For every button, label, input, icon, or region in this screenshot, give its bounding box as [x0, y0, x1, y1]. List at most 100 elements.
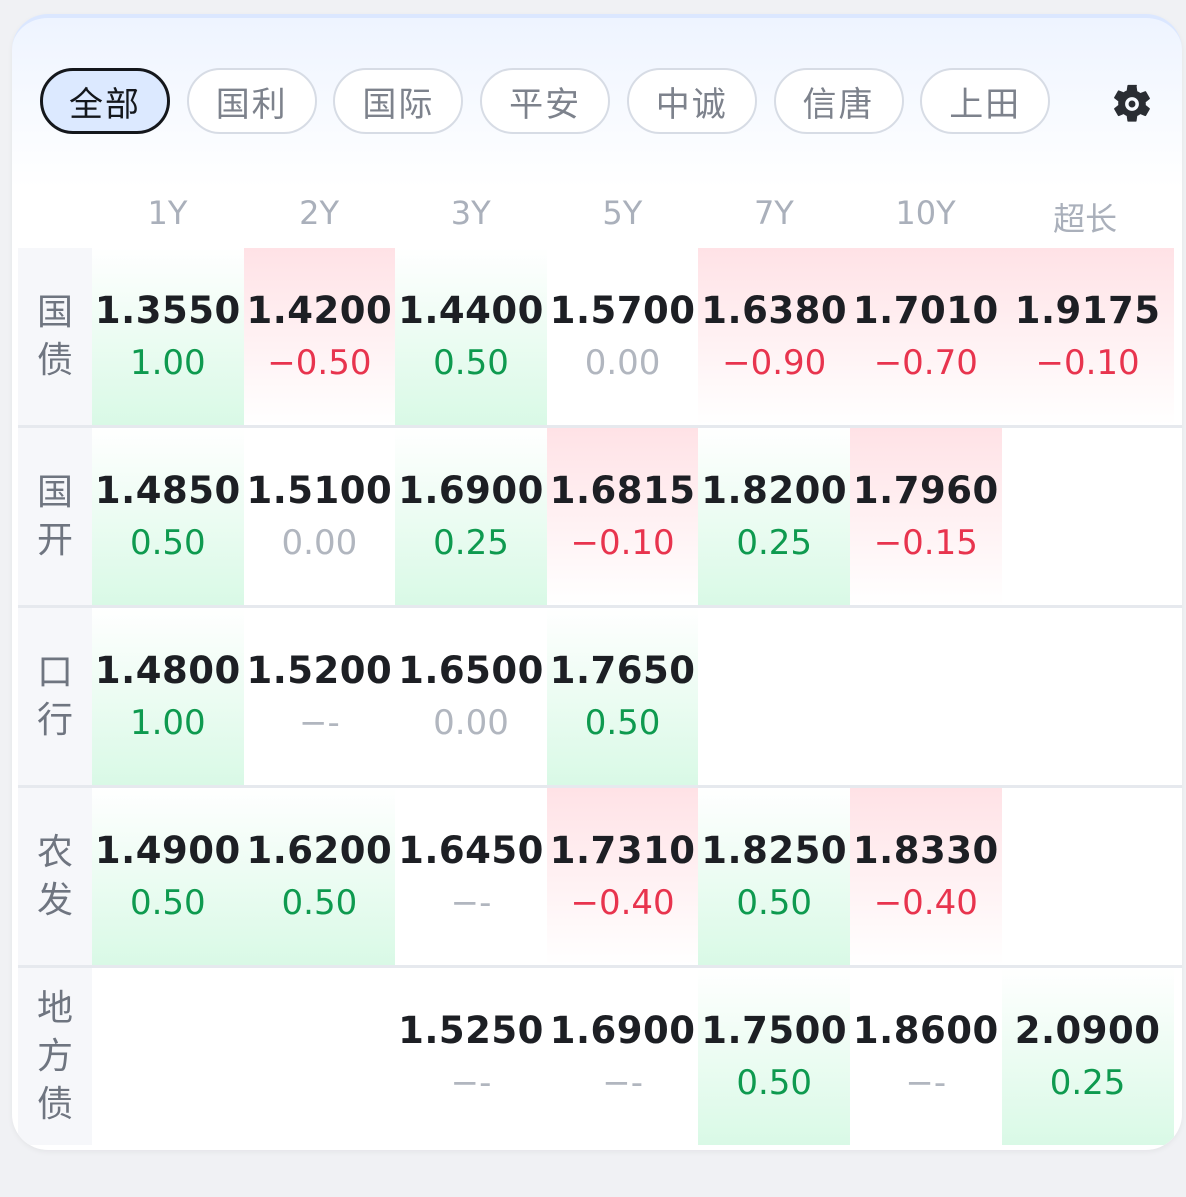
- yield-cell[interactable]: 1.4900 0.50: [92, 788, 244, 965]
- yield-value: 1.6500: [398, 648, 544, 692]
- yield-value: 1.5100: [246, 468, 393, 512]
- yield-card: 全部 国利 国际 平安 中诚 信唐 上田 1Y 2Y 3Y 5Y 7Y 10Y 超长国债 1.3550 1.…: [12, 14, 1182, 1150]
- change-value: 0.25: [1049, 1062, 1126, 1103]
- change-value: 0.50: [129, 522, 206, 563]
- row-label: 地方债: [18, 968, 92, 1145]
- yield-cell[interactable]: 1.8250 0.50: [698, 788, 850, 965]
- yield-cell[interactable]: 2.0900 0.25: [1001, 968, 1174, 1145]
- column-header: 2Y: [299, 194, 340, 232]
- change-value: −0.10: [570, 522, 675, 563]
- row-label: 国债: [18, 248, 92, 425]
- change-value: 0.50: [584, 702, 661, 743]
- change-value: −-: [450, 1062, 492, 1103]
- yield-value: 1.6450: [398, 828, 544, 872]
- yield-value: 1.8600: [852, 1008, 999, 1052]
- row-label: 农发: [18, 788, 92, 965]
- yield-cell[interactable]: 1.7310 −0.40: [546, 788, 699, 965]
- yield-value: 1.6200: [246, 828, 393, 872]
- tab-6[interactable]: 上田: [920, 68, 1051, 134]
- column-header: 超长: [1053, 200, 1118, 238]
- change-value: −0.40: [570, 882, 675, 923]
- yield-value: 1.4800: [94, 648, 241, 692]
- yield-value: 1.6900: [398, 468, 544, 512]
- yield-value: 1.5700: [549, 288, 696, 332]
- tab-3[interactable]: 平安: [480, 68, 611, 134]
- change-value: −0.90: [722, 342, 827, 383]
- row-label: 国开: [18, 428, 92, 605]
- yield-cell[interactable]: 1.5700 0.00: [547, 248, 699, 425]
- yield-value: 1.7960: [852, 468, 999, 512]
- yield-value: 1.8250: [701, 828, 848, 872]
- column-header: 10Y: [895, 194, 956, 232]
- yield-cell[interactable]: 1.6900 0.25: [395, 428, 547, 605]
- tab-2[interactable]: 国际: [333, 68, 464, 134]
- change-value: 0.00: [281, 522, 358, 563]
- yield-cell[interactable]: 1.6380 −0.90: [698, 248, 850, 425]
- change-value: 0.00: [584, 342, 661, 383]
- yield-cell[interactable]: 1.6500 0.00: [395, 608, 547, 785]
- gear-icon: [1114, 84, 1150, 122]
- yield-cell[interactable]: 1.4400 0.50: [395, 248, 547, 425]
- change-value: −-: [450, 882, 492, 923]
- change-value: 0.25: [433, 522, 509, 563]
- yield-value: 1.7310: [549, 828, 696, 872]
- change-value: 0.50: [433, 342, 509, 383]
- yield-cell[interactable]: 1.6900 −-: [547, 968, 699, 1145]
- change-value: 0.50: [281, 882, 358, 923]
- yield-cell[interactable]: 1.6815 −0.10: [546, 428, 699, 605]
- yield-value: 1.7500: [701, 1008, 848, 1052]
- change-value: −0.50: [267, 342, 372, 383]
- change-value: −0.40: [873, 882, 978, 923]
- yield-cell[interactable]: 1.8330 −0.40: [850, 788, 1002, 965]
- change-value: −0.15: [873, 522, 978, 563]
- tab-0[interactable]: 全部: [40, 68, 170, 134]
- yield-cell[interactable]: 1.8200 0.25: [698, 428, 850, 605]
- yield-cell[interactable]: 1.7500 0.50: [698, 968, 850, 1145]
- yield-value: 1.7010: [852, 288, 999, 332]
- yield-cell[interactable]: 1.4800 1.00: [92, 608, 244, 785]
- yield-cell[interactable]: 1.9175 −0.10: [1001, 248, 1174, 425]
- column-header: 3Y: [450, 194, 491, 232]
- yield-cell[interactable]: 1.6450 −-: [395, 788, 547, 965]
- column-header: 5Y: [602, 194, 643, 232]
- change-value: −0.10: [1035, 342, 1140, 383]
- yield-cell[interactable]: 1.4850 0.50: [92, 428, 244, 605]
- yield-value: 1.6815: [549, 468, 696, 512]
- yield-value: 1.4900: [94, 828, 241, 872]
- change-value: −-: [602, 1062, 643, 1103]
- yield-cell[interactable]: 1.8600 −-: [850, 968, 1002, 1145]
- yield-cell[interactable]: 1.3550 1.00: [92, 248, 244, 425]
- yield-value: 1.3550: [94, 288, 241, 332]
- column-header: 7Y: [753, 194, 794, 232]
- yield-value: 2.0900: [1014, 1008, 1161, 1052]
- change-value: −-: [905, 1062, 947, 1103]
- yield-cell[interactable]: 1.6200 0.50: [243, 788, 396, 965]
- change-value: 0.25: [736, 522, 813, 563]
- yield-cell[interactable]: 1.4200 −0.50: [243, 248, 396, 425]
- yield-value: 1.7650: [549, 648, 696, 692]
- yield-cell[interactable]: 1.7960 −0.15: [850, 428, 1002, 605]
- yield-value: 1.6900: [549, 1008, 696, 1052]
- tab-4[interactable]: 中诚: [626, 68, 757, 134]
- yield-value: 1.5200: [246, 648, 393, 692]
- yield-value: 1.4400: [398, 288, 544, 332]
- column-header: 1Y: [147, 194, 188, 232]
- yield-value: 1.4850: [94, 468, 241, 512]
- yield-value: 1.5250: [398, 1008, 544, 1052]
- change-value: 0.50: [736, 1062, 813, 1103]
- yield-cell[interactable]: 1.7010 −0.70: [850, 248, 1002, 425]
- issuer-tabs: 全部 国利 国际 平安 中诚 信唐 上田: [40, 68, 1070, 138]
- yield-value: 1.6380: [701, 288, 848, 332]
- yield-value: 1.8200: [701, 468, 848, 512]
- tab-1[interactable]: 国利: [186, 68, 317, 134]
- change-value: −-: [299, 702, 340, 743]
- change-value: 1.00: [129, 702, 206, 743]
- tab-5[interactable]: 信唐: [773, 68, 904, 134]
- change-value: −0.70: [873, 342, 978, 383]
- settings-button[interactable]: [1108, 80, 1156, 128]
- yield-cell[interactable]: 1.5200 −-: [244, 608, 396, 785]
- yield-cell[interactable]: 1.7650 0.50: [546, 608, 699, 785]
- yield-cell[interactable]: 1.5250 −-: [395, 968, 547, 1145]
- yield-cell[interactable]: 1.5100 0.00: [244, 428, 396, 605]
- row-label: 口行: [18, 608, 92, 785]
